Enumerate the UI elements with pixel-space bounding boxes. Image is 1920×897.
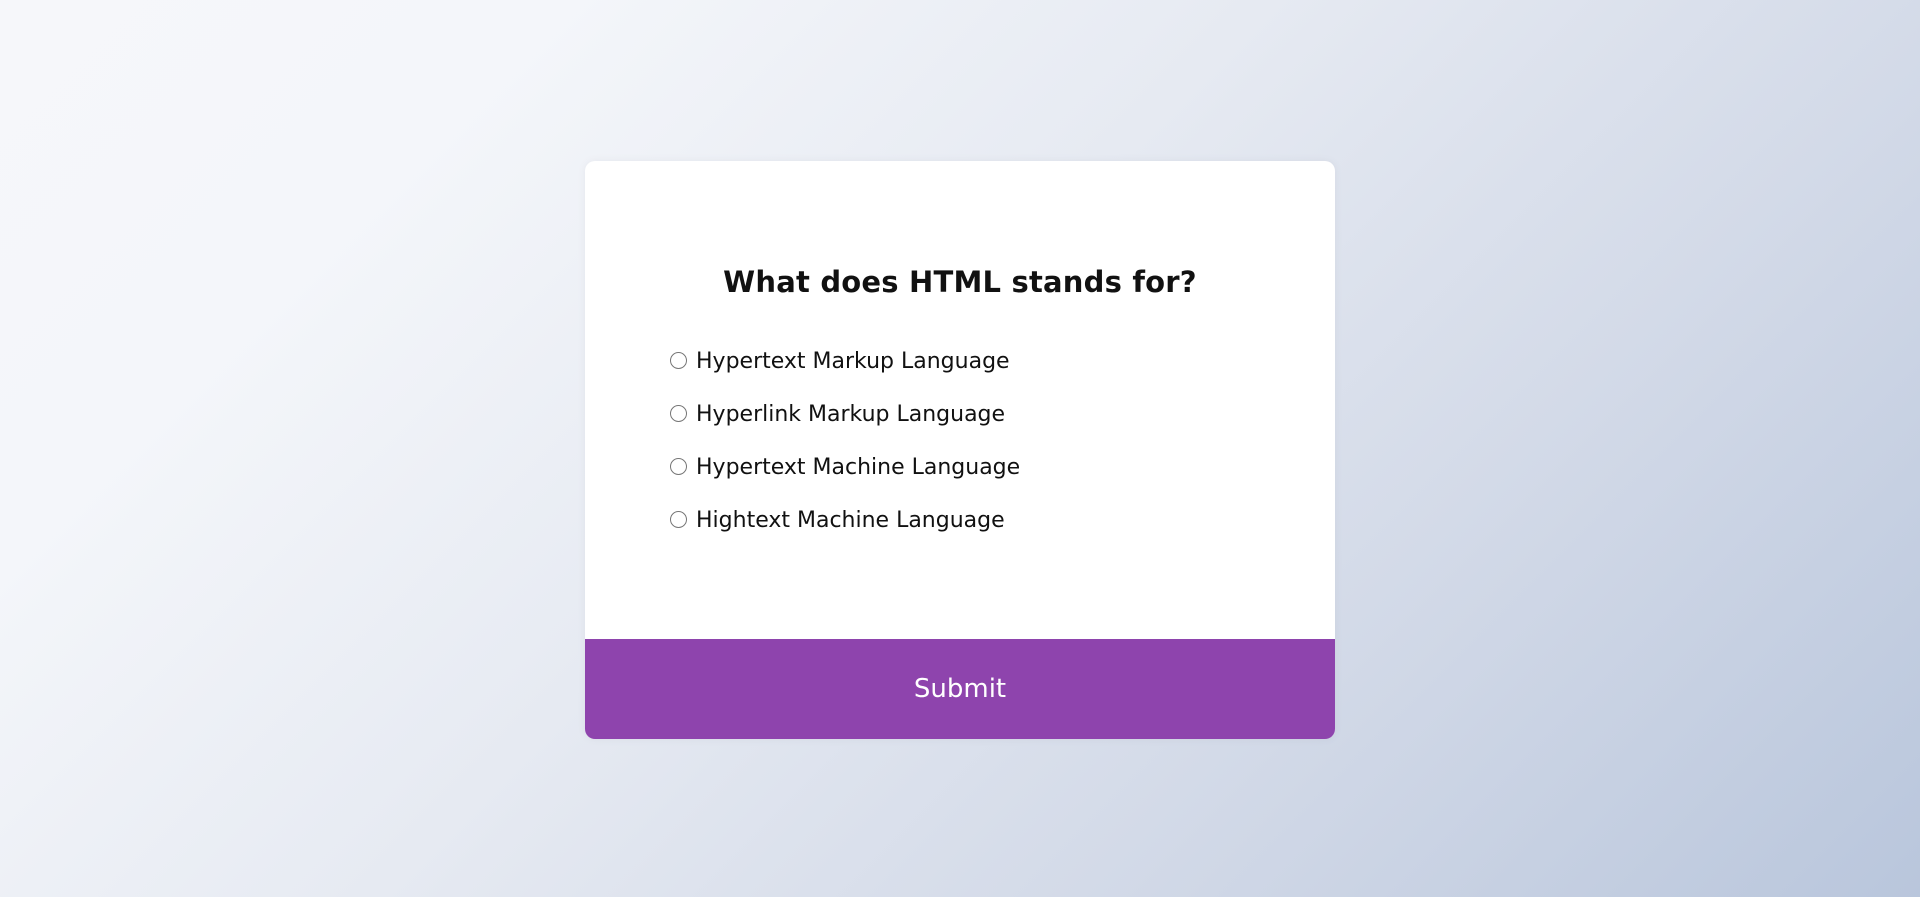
answer-label[interactable]: Hyperlink Markup Language [696,404,1005,426]
quiz-card: What does HTML stands for? Hypertext Mar… [585,161,1335,739]
answer-label[interactable]: Hypertext Markup Language [696,351,1010,373]
answer-option[interactable]: Hightext Machine Language [670,510,1020,563]
answer-option[interactable]: Hypertext Machine Language [670,457,1020,510]
answer-option[interactable]: Hypertext Markup Language [670,351,1020,404]
answer-label[interactable]: Hypertext Machine Language [696,457,1020,479]
question-title: What does HTML stands for? [723,265,1197,299]
quiz-body: What does HTML stands for? Hypertext Mar… [585,161,1335,639]
answer-option[interactable]: Hyperlink Markup Language [670,404,1020,457]
answer-list: Hypertext Markup Language Hyperlink Mark… [670,351,1020,563]
submit-button[interactable]: Submit [585,639,1335,739]
answer-radio[interactable] [670,352,687,369]
answer-radio[interactable] [670,405,687,422]
answer-label[interactable]: Hightext Machine Language [696,510,1005,532]
answer-radio[interactable] [670,458,687,475]
answer-radio[interactable] [670,511,687,528]
